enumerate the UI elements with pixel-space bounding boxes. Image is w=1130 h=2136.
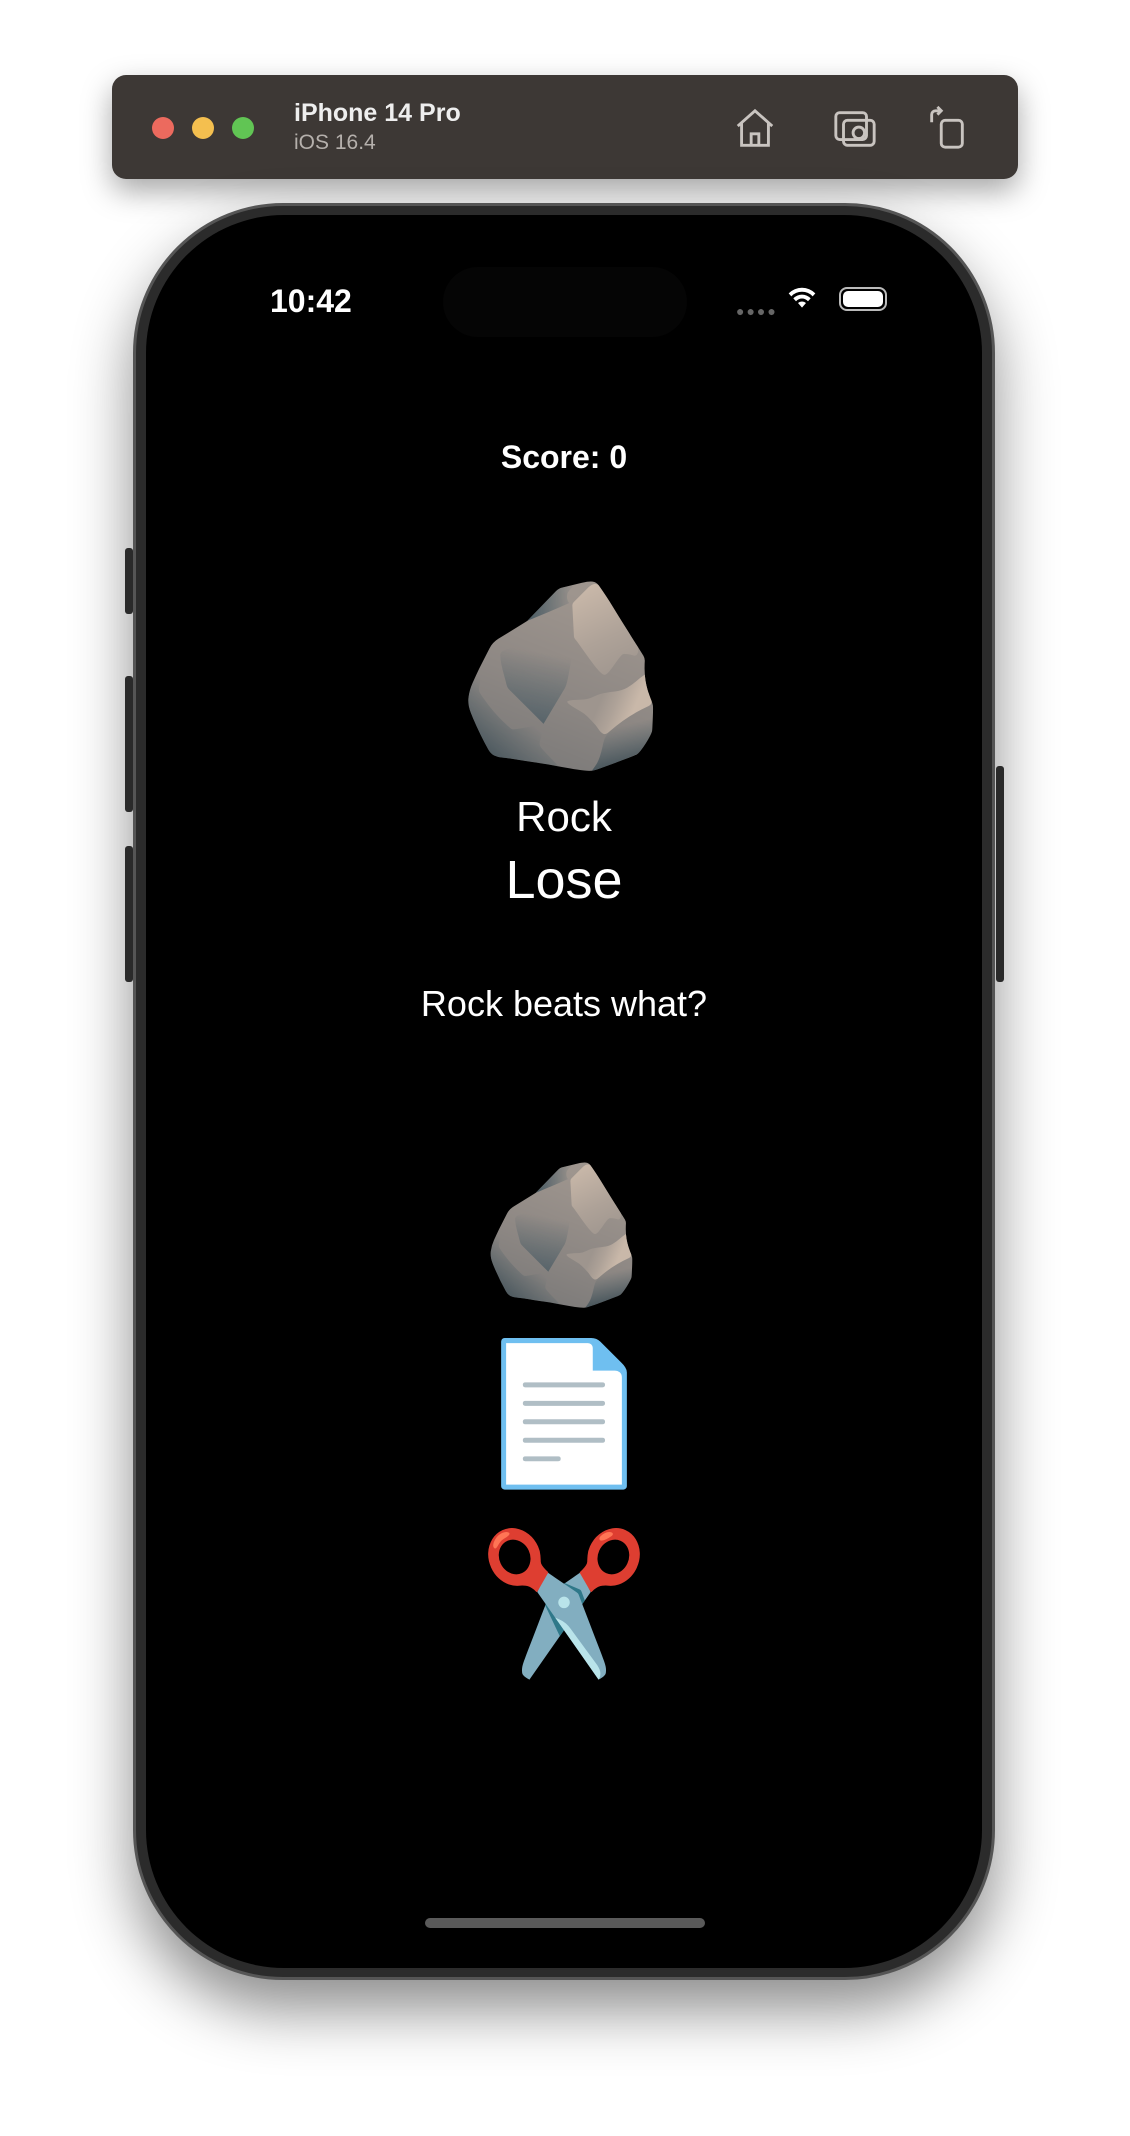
- rock-button[interactable]: 🪨: [478, 1165, 650, 1303]
- minimize-button[interactable]: [192, 117, 214, 139]
- power-button: [996, 766, 1004, 982]
- rotate-icon[interactable]: [924, 105, 970, 151]
- goal-label: Lose: [505, 850, 623, 910]
- close-button[interactable]: [152, 117, 174, 139]
- dynamic-island: [443, 267, 687, 337]
- app-choice-label: Rock: [516, 793, 612, 840]
- volume-up-button: [125, 676, 133, 812]
- app-choice-rock-icon: 🪨: [451, 574, 677, 775]
- home-indicator[interactable]: [425, 1918, 705, 1928]
- app-screen: 10:42 ●●●● Score: 0 🪨 Rock Lose Rock bea…: [146, 215, 982, 1968]
- wifi-icon: [788, 287, 816, 308]
- zoom-button[interactable]: [232, 117, 254, 139]
- volume-down-button: [125, 846, 133, 982]
- screenshot-icon[interactable]: [832, 105, 878, 151]
- cellular-icon: ●●●●: [736, 303, 778, 319]
- scissors-button[interactable]: ✂️: [478, 1535, 650, 1673]
- score-label: Score: 0: [500, 439, 628, 475]
- device-name: iPhone 14 Pro: [294, 99, 461, 127]
- battery-icon: [839, 287, 887, 311]
- home-icon[interactable]: [732, 105, 778, 151]
- prompt-label: Rock beats what?: [420, 983, 708, 1024]
- paper-button[interactable]: 📄: [478, 1345, 650, 1483]
- simulator-toolbar: iPhone 14 Pro iOS 16.4: [112, 75, 1018, 179]
- os-version: iOS 16.4: [294, 131, 376, 154]
- status-time: 10:42: [270, 283, 352, 319]
- action-button: [125, 548, 133, 614]
